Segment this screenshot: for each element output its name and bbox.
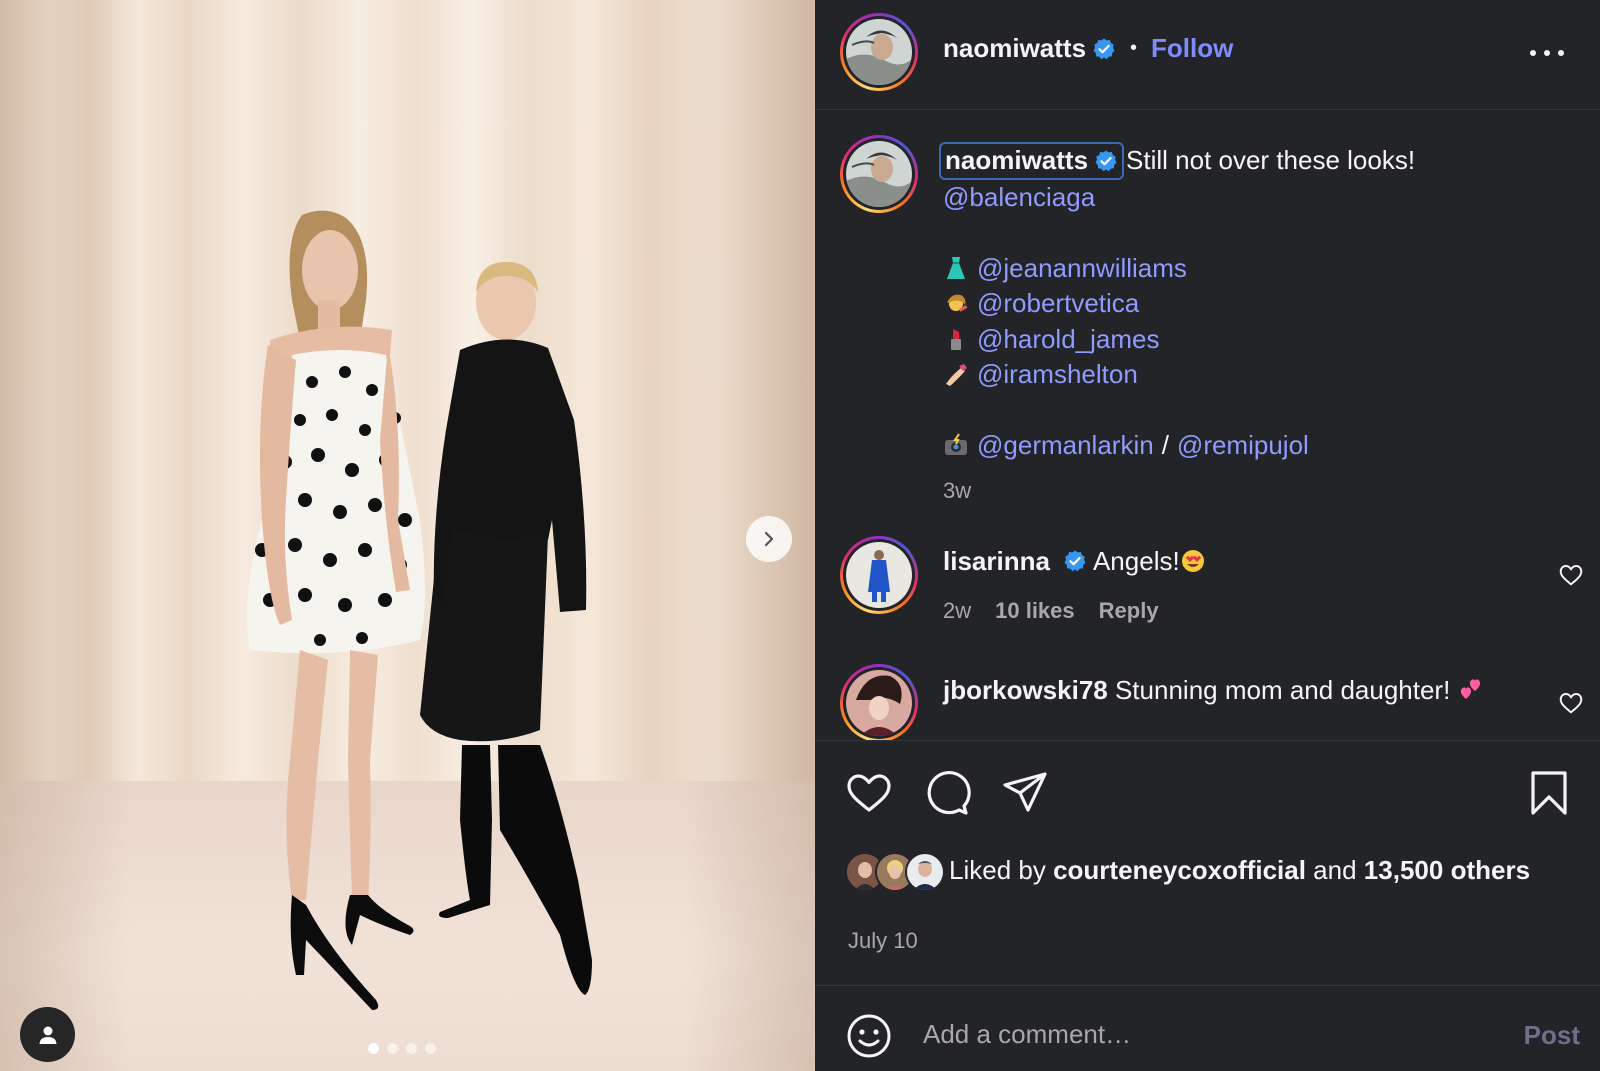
follow-button[interactable]: Follow <box>1151 33 1233 64</box>
commenter-username[interactable]: jborkowski78 <box>943 675 1108 705</box>
comment-text: Angels! <box>1092 546 1180 576</box>
credit-mention-link[interactable]: @harold_james <box>977 322 1159 358</box>
more-options-button[interactable] <box>1530 38 1564 68</box>
model-left-figure <box>246 210 425 1010</box>
likes-count[interactable]: 13,500 others <box>1364 855 1530 885</box>
carousel-dot <box>387 1043 398 1054</box>
caption-username-link[interactable]: naomiwatts <box>939 142 1125 180</box>
post-media[interactable] <box>0 0 815 1071</box>
more-dot-icon <box>1558 50 1564 56</box>
credit-mention-link[interactable]: @robertvetica <box>977 286 1139 322</box>
tagged-users-button[interactable] <box>20 1007 75 1062</box>
heart-eyes-emoji-icon <box>1181 550 1204 572</box>
verified-badge-icon <box>1093 38 1115 59</box>
instagram-post: naomiwatts • Follow naomiwatts Still not… <box>0 0 1600 1071</box>
like-icon[interactable] <box>845 769 893 817</box>
camera-flash-emoji-icon <box>945 433 967 456</box>
model-right-figure <box>420 262 592 995</box>
post-photo <box>246 210 592 1010</box>
reply-button[interactable]: Reply <box>1099 598 1159 624</box>
liked-by-user[interactable]: courteneycoxofficial <box>1053 855 1306 885</box>
verified-badge-icon <box>1064 550 1086 572</box>
carousel-dot <box>406 1043 417 1054</box>
share-icon[interactable] <box>1001 769 1049 817</box>
caption-timestamp[interactable]: 3w <box>943 473 1563 509</box>
comment-item: lisarinna Angels! 2w 10 likes Reply <box>815 536 1600 626</box>
author-avatar[interactable] <box>840 13 918 91</box>
dress-emoji-icon <box>947 257 965 280</box>
user-icon <box>39 1026 56 1044</box>
post-date[interactable]: July 10 <box>848 928 918 954</box>
credit-slash: / <box>1161 429 1169 460</box>
chevron-right-icon <box>764 531 774 547</box>
post-comment-button[interactable]: Post <box>1524 1020 1580 1051</box>
more-dot-icon <box>1530 50 1536 56</box>
lipstick-emoji-icon <box>951 329 961 351</box>
comment-age[interactable]: 2w <box>943 598 971 624</box>
carousel-indicator <box>368 1043 436 1054</box>
comment-like-icon[interactable] <box>1558 690 1584 716</box>
carousel-next-button[interactable] <box>746 516 792 562</box>
header-separator: • <box>1130 37 1138 59</box>
comment-likes[interactable]: 10 likes <box>995 598 1075 624</box>
comment-text: Stunning mom and daughter! <box>1114 675 1451 705</box>
add-comment-bar: Post <box>815 985 1600 1071</box>
post-side-panel: naomiwatts • Follow naomiwatts Still not… <box>815 0 1600 1071</box>
bookmark-icon[interactable] <box>1525 769 1573 817</box>
emoji-picker-icon[interactable] <box>845 1012 893 1060</box>
haircut-emoji-icon <box>947 294 968 312</box>
mention-link[interactable]: @balenciaga <box>943 182 1095 212</box>
commenter-avatar[interactable] <box>840 536 918 614</box>
post-header: naomiwatts • Follow <box>815 0 1600 110</box>
comment-meta: 2w 10 likes Reply <box>943 598 1159 624</box>
carousel-dot <box>368 1043 379 1054</box>
two-hearts-emoji-icon <box>1460 679 1480 699</box>
verified-badge-icon <box>1095 150 1117 172</box>
carousel-dot <box>425 1043 436 1054</box>
commenter-avatar[interactable] <box>840 664 918 740</box>
comment-input[interactable] <box>923 1008 1483 1060</box>
liker-avatar <box>905 852 945 892</box>
comment-like-icon[interactable] <box>1558 562 1584 588</box>
caption-text: Still not over these looks! <box>1126 145 1416 176</box>
caption-author-avatar[interactable] <box>840 135 918 213</box>
more-dot-icon <box>1544 50 1550 56</box>
header-username[interactable]: naomiwatts <box>943 33 1086 64</box>
liked-by-avatars[interactable] <box>845 852 945 892</box>
photo-credit-link[interactable]: @germanlarkin <box>977 428 1154 464</box>
commenter-username[interactable]: lisarinna <box>943 546 1050 576</box>
credit-mention-link[interactable]: @iramshelton <box>977 357 1138 393</box>
comment-item: jborkowski78 Stunning mom and daughter! <box>815 664 1600 740</box>
credit-mention-link[interactable]: @jeanannwilliams <box>977 251 1187 287</box>
liked-by-text: Liked by courteneycoxofficial and 13,500… <box>949 855 1531 885</box>
nail-polish-emoji-icon <box>946 363 967 386</box>
author-avatar-image <box>846 19 912 85</box>
header-user-row: naomiwatts • Follow <box>943 33 1233 64</box>
comment-icon[interactable] <box>923 769 971 817</box>
photo-credit-link[interactable]: @remipujol <box>1177 428 1309 464</box>
post-actions-bar <box>815 740 1600 830</box>
liked-by-row: Liked by courteneycoxofficial and 13,500… <box>845 852 1545 892</box>
post-caption: naomiwatts Still not over these looks! @… <box>939 142 1563 509</box>
